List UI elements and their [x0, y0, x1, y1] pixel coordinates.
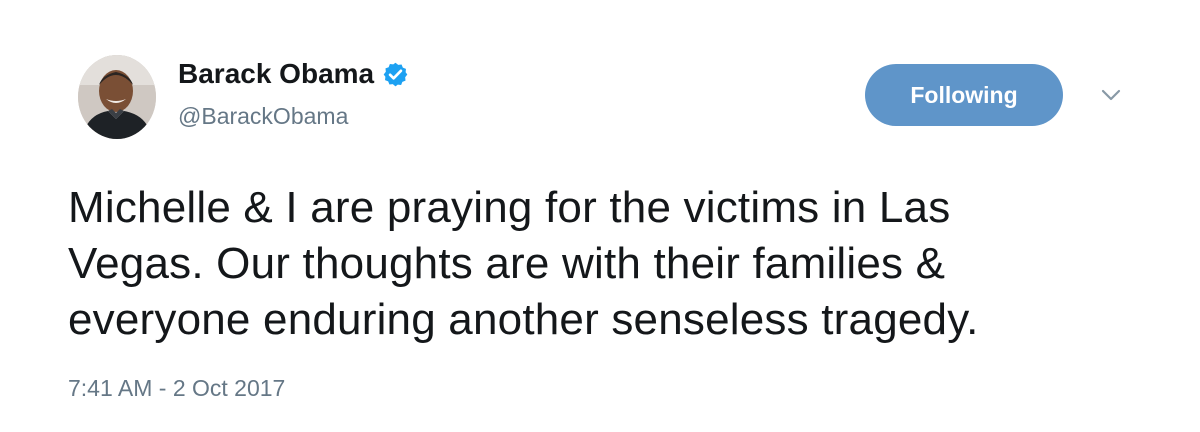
- author-screen-name[interactable]: @BarackObama: [178, 102, 348, 130]
- chevron-down-icon[interactable]: [1098, 85, 1124, 105]
- tweet-card: Barack Obama @BarackObama Following Mich…: [0, 0, 1200, 432]
- following-button[interactable]: Following: [865, 64, 1063, 126]
- author-display-name[interactable]: Barack Obama: [178, 58, 409, 90]
- tweet-timestamp[interactable]: 7:41 AM - 2 Oct 2017: [68, 374, 285, 402]
- display-name-text[interactable]: Barack Obama: [178, 58, 374, 90]
- avatar[interactable]: [78, 55, 156, 139]
- tweet-text: Michelle & I are praying for the victims…: [68, 183, 979, 344]
- verified-badge-icon: [382, 61, 409, 88]
